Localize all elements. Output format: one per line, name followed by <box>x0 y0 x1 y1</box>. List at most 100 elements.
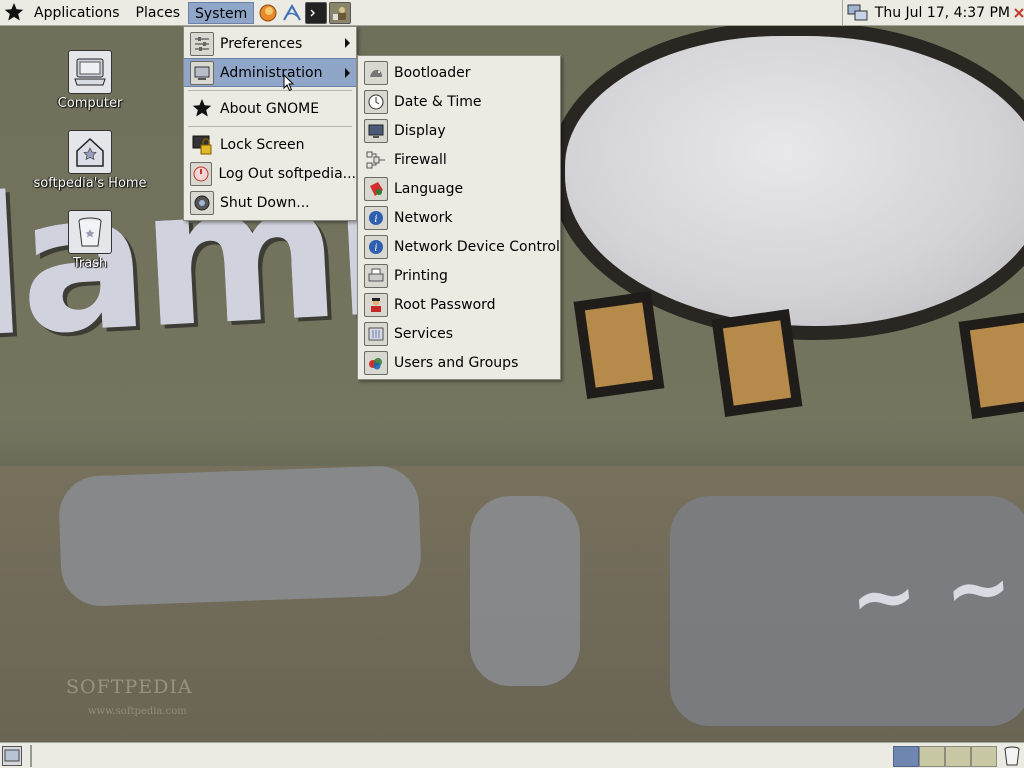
menu-item-label: Firewall <box>394 151 447 168</box>
menu-item-label: Services <box>394 325 454 342</box>
menu-item-label: Language <box>394 180 464 197</box>
menu-item-users-and-groups[interactable]: Users and Groups <box>358 348 560 377</box>
bottom-panel <box>0 742 1024 768</box>
menu-item-preferences[interactable]: Preferences <box>184 29 356 58</box>
bootloader-icon <box>364 60 388 85</box>
clock-applet: Thu Jul 17, 4:37 PM <box>841 0 1024 26</box>
menu-item-network-device-control[interactable]: i Network Device Control <box>358 232 560 261</box>
menu-item-bootloader[interactable]: Bootloader <box>358 58 560 87</box>
menu-item-log-out[interactable]: Log Out softpedia... <box>184 159 356 188</box>
administration-icon <box>190 60 214 85</box>
wallpaper-sheep-leg <box>584 302 654 388</box>
watermark-url: www.softpedia.com <box>88 706 187 717</box>
submenu-arrow-icon <box>345 68 350 78</box>
menu-item-label: Administration <box>220 64 323 81</box>
menu-item-language[interactable]: Language <box>358 174 560 203</box>
menu-separator <box>188 90 352 91</box>
applications-menu[interactable]: Applications <box>28 2 126 24</box>
wallpaper-sheep-leg <box>722 320 792 406</box>
menu-item-firewall[interactable]: Firewall <box>358 145 560 174</box>
menu-item-display[interactable]: Display <box>358 116 560 145</box>
submenu-arrow-icon <box>345 38 350 48</box>
svg-text:i: i <box>374 243 377 254</box>
panel-handle[interactable] <box>30 745 32 767</box>
preferences-icon <box>190 31 214 56</box>
wallpaper-shape <box>470 496 580 686</box>
close-icon[interactable] <box>1014 6 1024 20</box>
show-desktop-icon[interactable] <box>2 746 22 766</box>
menu-item-services[interactable]: Services <box>358 319 560 348</box>
clock-icon <box>364 89 388 114</box>
root-password-icon <box>364 292 388 317</box>
menu-item-label: Lock Screen <box>220 136 305 153</box>
wallpaper-letters: ~ ~ <box>846 539 1016 646</box>
menu-item-date-time[interactable]: Date & Time <box>358 87 560 116</box>
mouse-pointer-icon <box>283 73 295 96</box>
clock-text[interactable]: Thu Jul 17, 4:37 PM <box>875 5 1010 21</box>
workspace-4[interactable] <box>971 746 997 767</box>
desktop-icon-computer[interactable]: Computer <box>25 50 155 111</box>
menu-item-label: Preferences <box>220 35 303 52</box>
menu-item-about-gnome[interactable]: About GNOME <box>184 94 356 123</box>
desktop-icon-label: softpedia's Home <box>33 176 147 191</box>
wallpaper-sheep-leg <box>969 322 1024 408</box>
logout-icon <box>190 161 213 186</box>
menu-item-label: Log Out softpedia... <box>218 165 356 182</box>
menu-item-label: Shut Down... <box>220 194 310 211</box>
workspace-3[interactable] <box>945 746 971 767</box>
menu-item-label: Network <box>394 209 453 226</box>
lock-icon <box>190 133 214 157</box>
workspace-switcher <box>893 746 997 767</box>
menu-item-shut-down[interactable]: Shut Down... <box>184 188 356 217</box>
network-device-info-icon: i <box>364 234 388 259</box>
menu-item-network[interactable]: i Network <box>358 203 560 232</box>
home-folder-icon <box>68 130 112 174</box>
display-icon <box>364 118 388 143</box>
printer-icon <box>364 263 388 288</box>
svg-text:i: i <box>374 214 377 225</box>
trash-icon[interactable] <box>1002 745 1022 767</box>
workspace-2[interactable] <box>919 746 945 767</box>
desktop-icon-label: Trash <box>72 256 108 271</box>
system-menu[interactable]: System <box>188 1 255 24</box>
system-menu-dropdown: Preferences Administration About GNOME L… <box>183 26 357 221</box>
menu-item-label: Printing <box>394 267 448 284</box>
computer-icon <box>68 50 112 94</box>
wallpaper-shape <box>57 464 423 608</box>
network-info-icon: i <box>364 205 388 230</box>
menu-item-label: Network Device Control <box>394 238 560 255</box>
firewall-icon <box>364 148 388 172</box>
top-panel: Applications Places System Thu Jul 17, 4… <box>0 0 1024 26</box>
menu-item-label: Date & Time <box>394 93 482 110</box>
places-menu[interactable]: Places <box>130 2 187 24</box>
wallpaper-sheep-body <box>565 36 1024 326</box>
language-icon <box>364 176 388 201</box>
menu-item-label: Display <box>394 122 446 139</box>
gnome-foot-icon <box>190 97 214 121</box>
administration-submenu: Bootloader Date & Time Display Firewall … <box>357 55 561 380</box>
shutdown-icon <box>190 190 214 215</box>
watermark-brand: SOFTPEDIA <box>66 676 193 698</box>
desktop-icon-trash[interactable]: Trash <box>25 210 155 271</box>
evolution-icon[interactable] <box>281 2 303 24</box>
user-switcher-icon[interactable] <box>329 1 352 24</box>
menu-item-lock-screen[interactable]: Lock Screen <box>184 130 356 159</box>
trash-icon <box>68 210 112 254</box>
menu-item-root-password[interactable]: Root Password <box>358 290 560 319</box>
menu-item-label: Root Password <box>394 296 496 313</box>
menu-item-printing[interactable]: Printing <box>358 261 560 290</box>
menu-item-label: Bootloader <box>394 64 471 81</box>
desktop-icon-home[interactable]: softpedia's Home <box>25 130 155 191</box>
firefox-icon[interactable] <box>257 2 279 24</box>
workspace-1[interactable] <box>893 746 919 767</box>
menu-separator <box>188 126 352 127</box>
gnome-foot-icon[interactable] <box>0 2 28 24</box>
menu-item-label: About GNOME <box>220 100 320 117</box>
terminal-icon[interactable] <box>305 1 328 24</box>
menu-item-administration[interactable]: Administration <box>184 58 356 87</box>
services-icon <box>364 321 388 346</box>
menu-item-label: Users and Groups <box>394 354 519 371</box>
users-groups-icon <box>364 350 388 375</box>
network-monitor-icon[interactable] <box>847 3 869 23</box>
desktop-icon-label: Computer <box>57 96 123 111</box>
